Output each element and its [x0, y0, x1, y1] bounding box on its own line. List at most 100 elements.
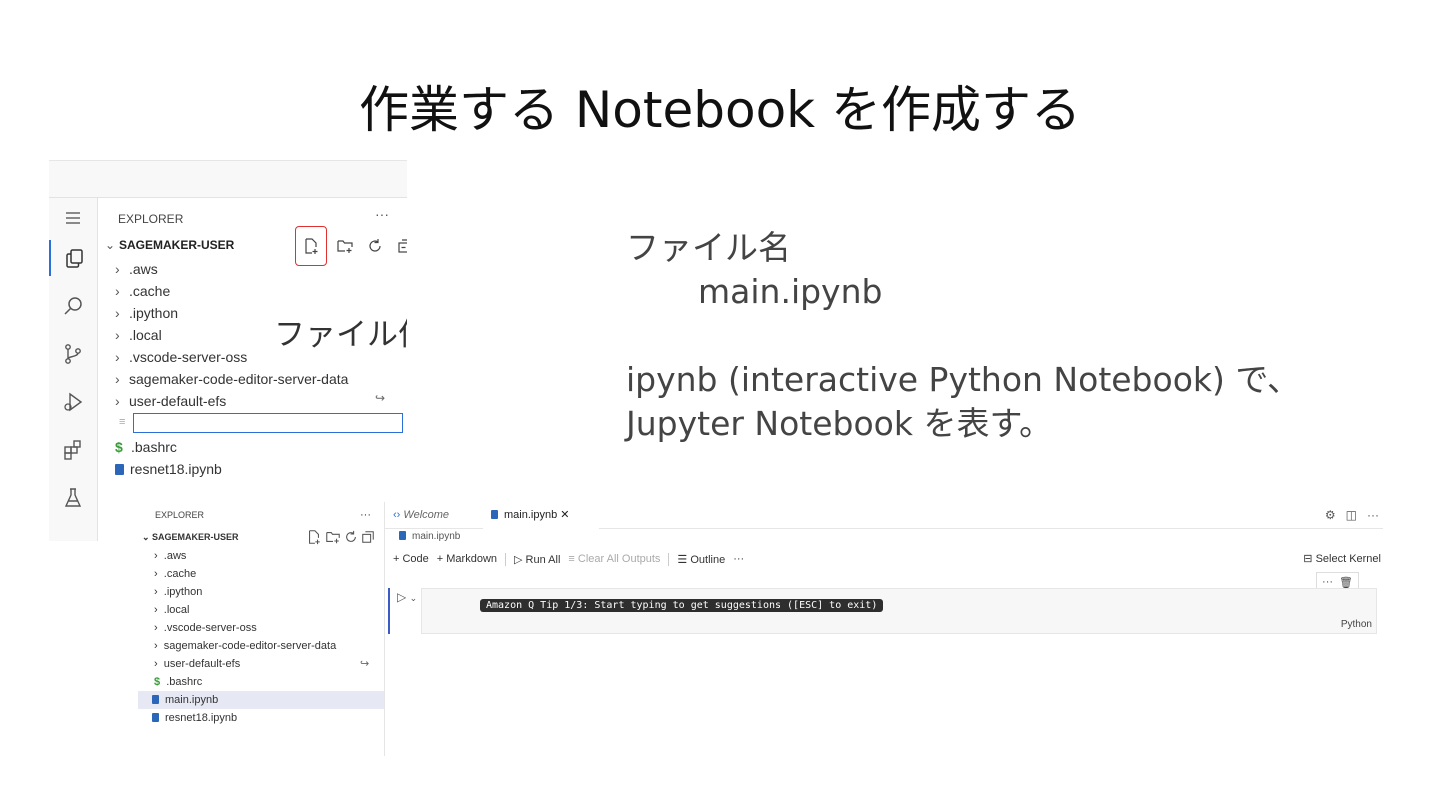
tree-file[interactable]: $ .bashrc	[154, 673, 202, 691]
clear-outputs-button[interactable]: ≡ Clear All Outputs	[568, 553, 660, 565]
trash-icon[interactable]: 🗑	[1339, 576, 1353, 589]
tree-folder[interactable]: › .cache	[154, 565, 196, 583]
tree-folder[interactable]: › sagemaker-code-editor-server-data	[154, 637, 336, 655]
tree-folder[interactable]: › .vscode-server-oss	[154, 619, 257, 637]
tree-file[interactable]: resnet18.ipynb	[152, 709, 237, 727]
close-icon[interactable]: ✕	[560, 509, 569, 521]
divider	[668, 552, 670, 566]
search-icon[interactable]	[49, 288, 97, 324]
menu-icon[interactable]	[49, 200, 97, 236]
divider	[505, 552, 507, 566]
tree-folder[interactable]: › .cache	[115, 280, 170, 302]
tree-file[interactable]: resnet18.ipynb	[115, 458, 222, 480]
refresh-icon[interactable]	[344, 529, 358, 545]
run-all-button[interactable]: ▷ Run All	[514, 553, 560, 566]
tree-folder[interactable]: › .ipython	[154, 583, 202, 601]
explorer-pane: EXPLORER ··· ⌄ SAGEMAKER-USER › .aws › .cac…	[105, 198, 407, 541]
tree-file-selected[interactable]: main.ipynb	[152, 691, 218, 709]
tree-folder[interactable]: › user-default-efs	[115, 390, 226, 412]
toolbar-more-button[interactable]: ···	[733, 553, 744, 565]
amazon-q-tip: Amazon Q Tip 1/3: Start typing to get su…	[480, 599, 884, 612]
shell-file-icon: $	[154, 676, 167, 688]
annotation-label: ファイル作成	[274, 317, 407, 352]
tree-folder[interactable]: › .vscode-server-oss	[115, 346, 247, 368]
play-icon: ▷	[397, 590, 407, 604]
tree-folder[interactable]: › sagemaker-code-editor-server-data	[115, 368, 348, 390]
collapse-all-icon[interactable]	[361, 529, 375, 545]
more-actions-icon[interactable]: ···	[1367, 508, 1379, 522]
tree-folder[interactable]: › .aws	[115, 258, 158, 280]
tree-file[interactable]: $ .bashrc	[115, 436, 177, 458]
new-folder-icon	[337, 240, 353, 253]
gear-icon[interactable]: ⚙	[1325, 508, 1336, 522]
tree-folder[interactable]: › .local	[115, 324, 162, 346]
code-cell[interactable]: Amazon Q Tip 1/3: Start typing to get su…	[421, 588, 1377, 634]
new-file-icon	[305, 238, 318, 254]
run-debug-icon[interactable]	[49, 384, 97, 420]
source-control-icon[interactable]	[49, 336, 97, 372]
workspace-root[interactable]: ⌄ SAGEMAKER-USER	[105, 234, 234, 256]
plus-icon: +	[436, 553, 447, 565]
notebook-file-icon	[491, 510, 498, 519]
tree-folder[interactable]: › user-default-efs	[154, 655, 240, 673]
notebook-file-icon	[152, 695, 159, 704]
explorer-header: EXPLORER	[155, 510, 205, 520]
explorer-header: EXPLORER	[118, 212, 184, 226]
outline-button[interactable]: ☰ Outline	[677, 553, 725, 566]
symlink-icon: ↪	[360, 658, 370, 670]
tree-folder[interactable]: › .aws	[154, 547, 186, 565]
split-editor-icon[interactable]: ◫	[1346, 508, 1357, 522]
outline-icon: ☰	[677, 553, 691, 566]
refresh-icon	[369, 239, 381, 252]
new-folder-button[interactable]	[333, 234, 357, 258]
cell-language[interactable]: Python	[1341, 619, 1372, 630]
select-kernel-button[interactable]: ⊟ Select Kernel	[1303, 549, 1381, 569]
more-actions-icon[interactable]: ···	[360, 506, 371, 524]
cell-more-button[interactable]: ···	[1322, 576, 1333, 588]
extensions-icon[interactable]	[49, 432, 97, 468]
activity-bar	[49, 198, 98, 541]
refresh-button[interactable]	[363, 234, 387, 258]
explorer-actions	[295, 226, 407, 266]
tab-main-ipynb[interactable]: main.ipynb ✕	[483, 502, 599, 530]
chevron-right-icon: ›	[115, 327, 120, 343]
chevron-right-icon: ›	[154, 640, 164, 652]
run-cell-button[interactable]: ▷ ⌄	[397, 590, 417, 604]
chevron-right-icon: ›	[115, 393, 120, 409]
title-bar	[49, 161, 407, 198]
new-file-name-input[interactable]	[133, 413, 403, 433]
explorer-icon[interactable]	[49, 240, 99, 276]
explorer-screenshot: EXPLORER ··· ⌄ SAGEMAKER-USER › .aws › .cac…	[49, 160, 407, 541]
tab-welcome[interactable]: ‹› Welcome	[393, 502, 449, 528]
chevron-down-icon: ⌄	[142, 532, 153, 542]
symlink-icon: ↪	[375, 391, 386, 405]
workspace-root-label: SAGEMAKER-USER	[119, 238, 235, 252]
add-markdown-button[interactable]: + Markdown	[437, 553, 497, 565]
chevron-right-icon: ›	[154, 658, 164, 670]
description-line-1: ipynb (interactive Python Notebook) で、	[626, 360, 1301, 399]
chevron-down-icon: ⌄	[105, 238, 116, 252]
tree-folder[interactable]: › .ipython	[115, 302, 178, 324]
breadcrumb[interactable]: main.ipynb	[399, 531, 460, 542]
tab-bar: ‹› Welcome main.ipynb ✕ ⚙ ◫ ···	[385, 502, 1383, 530]
notebook-file-icon	[152, 713, 159, 722]
testing-flask-icon[interactable]	[49, 480, 97, 516]
chevron-right-icon: ›	[115, 261, 120, 277]
notebook-file-icon	[399, 531, 406, 540]
kernel-icon: ⊟	[1303, 553, 1316, 565]
chevron-right-icon: ›	[154, 568, 164, 580]
chevron-right-icon: ›	[115, 305, 120, 321]
collapse-all-button[interactable]	[393, 234, 407, 258]
new-file-icon[interactable]	[306, 529, 322, 545]
explorer-actions	[306, 529, 375, 545]
chevron-right-icon: ›	[154, 586, 164, 598]
notebook-file-icon	[115, 464, 124, 475]
more-actions-icon[interactable]: ···	[375, 206, 389, 222]
chevron-down-icon: ⌄	[409, 593, 418, 603]
new-file-button[interactable]	[295, 226, 327, 266]
tree-folder[interactable]: › .local	[154, 601, 189, 619]
workspace-root[interactable]: ⌄ SAGEMAKER-USER	[142, 528, 239, 546]
add-code-button[interactable]: + Code	[393, 553, 429, 565]
filename-value: main.ipynb	[698, 272, 883, 311]
new-folder-icon[interactable]	[325, 529, 341, 545]
